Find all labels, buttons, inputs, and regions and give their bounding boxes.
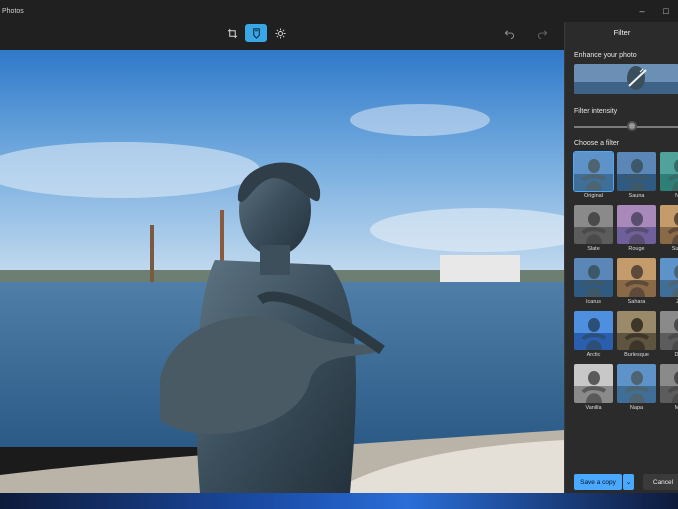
filter-thumbnail[interactable] xyxy=(573,151,614,192)
filter-option[interactable]: Icarus xyxy=(574,258,613,305)
panel-title: Filter xyxy=(613,28,631,37)
cancel-button[interactable]: Cancel xyxy=(643,474,678,490)
filter-thumbnail[interactable] xyxy=(574,311,613,350)
filter-thumbnail[interactable] xyxy=(574,258,613,297)
filter-thumbnail[interactable] xyxy=(617,311,656,350)
filter-thumbnail[interactable] xyxy=(660,311,678,350)
filter-thumbnail[interactable] xyxy=(574,364,613,403)
filter-option[interactable]: Napa xyxy=(617,364,656,411)
save-copy-button[interactable]: Save a copy xyxy=(574,474,622,490)
filter-option[interactable]: Sauna xyxy=(617,152,656,199)
filter-thumbnail[interactable] xyxy=(660,258,678,297)
filter-name: Slate xyxy=(587,246,600,252)
statue-photo xyxy=(0,50,564,493)
filter-option[interactable]: Original xyxy=(573,151,614,199)
undo-icon[interactable] xyxy=(498,24,520,42)
filter-option[interactable]: Nor xyxy=(660,152,678,199)
maximize-icon[interactable]: □ xyxy=(654,0,678,22)
app-title: Photos xyxy=(2,7,24,15)
filter-thumbnail[interactable] xyxy=(660,364,678,403)
filter-name: Vanilla xyxy=(585,405,602,411)
filter-option[interactable]: Sunse xyxy=(660,205,678,252)
adjust-brightness-icon[interactable] xyxy=(269,24,291,42)
filter-option[interactable]: Burlesque xyxy=(617,311,656,358)
filter-option[interactable]: Dea xyxy=(660,311,678,358)
filter-option[interactable]: Sahara xyxy=(617,258,656,305)
chevron-down-icon[interactable]: ⌄ xyxy=(623,474,634,490)
minimize-icon[interactable]: – xyxy=(630,0,654,22)
choose-filter-label: Choose a filter xyxy=(574,140,620,147)
filter-thumbnail[interactable] xyxy=(617,152,656,191)
filter-option[interactable]: Rouge xyxy=(617,205,656,252)
filter-thumbnail[interactable] xyxy=(617,258,656,297)
filter-option[interactable]: Vanilla xyxy=(574,364,613,411)
filter-name: Dea xyxy=(674,352,678,358)
filter-name: Sauna xyxy=(628,193,645,199)
filter-name: Napa xyxy=(629,405,644,411)
filter-name: Arctic xyxy=(586,352,601,358)
filter-thumbnail[interactable] xyxy=(660,205,678,244)
intensity-slider-track[interactable] xyxy=(574,126,678,128)
intensity-slider-thumb[interactable] xyxy=(626,121,637,131)
filter-icon[interactable] xyxy=(245,24,267,42)
intensity-label: Filter intensity xyxy=(574,108,618,115)
filter-name: Sahara xyxy=(627,299,646,305)
filter-name: Original xyxy=(584,193,603,199)
filter-panel: Filter Enhance your photo Filter intensi… xyxy=(564,22,678,493)
enhance-photo-button[interactable] xyxy=(574,64,678,94)
filter-name: Nor xyxy=(675,193,678,199)
title-bar: Photos – □ xyxy=(0,0,678,22)
filter-thumbnail[interactable] xyxy=(617,205,656,244)
enhance-label: Enhance your photo xyxy=(574,52,637,59)
crop-icon[interactable] xyxy=(221,24,243,42)
redo-icon[interactable] xyxy=(531,24,553,42)
filter-option[interactable]: Ze xyxy=(660,258,678,305)
filter-name: Mer xyxy=(674,405,678,411)
filter-option[interactable]: Slate xyxy=(574,205,613,252)
filter-name: Rouge xyxy=(628,246,645,252)
edit-toolbar xyxy=(0,22,564,50)
filter-thumbnail[interactable] xyxy=(617,364,656,403)
filter-name: Ze xyxy=(660,299,678,305)
filter-option[interactable]: Mer xyxy=(660,364,678,411)
filter-name: Icarus xyxy=(586,299,601,305)
taskbar-wallpaper-strip xyxy=(0,493,678,509)
filter-name: Burlesque xyxy=(624,352,649,358)
photo-canvas[interactable] xyxy=(0,50,564,493)
filter-thumbnail[interactable] xyxy=(574,205,613,244)
window-controls: – □ xyxy=(630,0,678,22)
filter-option[interactable]: Arctic xyxy=(574,311,613,358)
filter-thumbnail[interactable] xyxy=(660,152,678,191)
filter-name: Sunse xyxy=(671,246,678,252)
